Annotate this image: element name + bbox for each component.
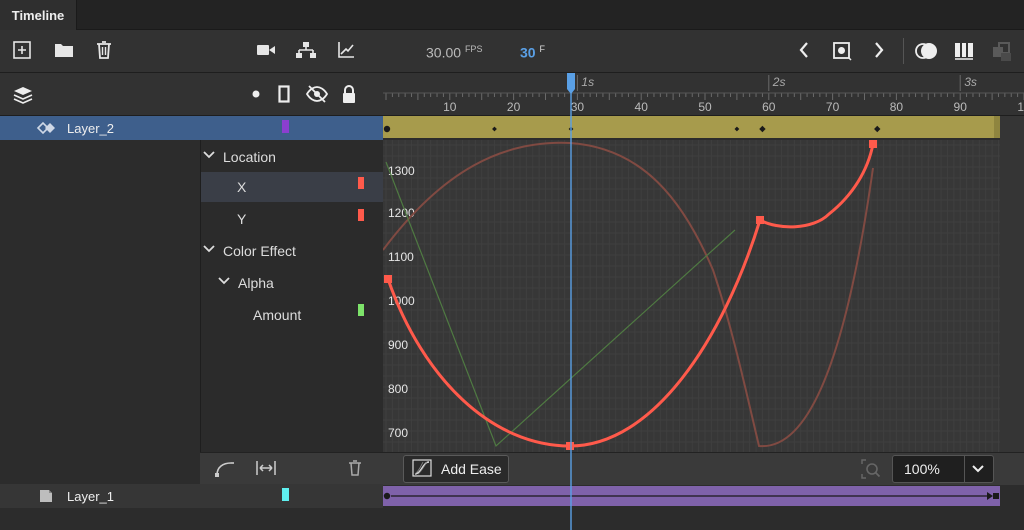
chevron-down-icon <box>203 151 215 159</box>
graph-y-tick-label: 1200 <box>388 206 415 220</box>
property-label: Location <box>223 149 276 165</box>
property-keyframe-marker <box>492 126 497 132</box>
fps-readout[interactable]: 30.00 FPS <box>426 44 482 61</box>
layer-list-background <box>0 140 200 484</box>
layers-icon[interactable] <box>12 84 34 106</box>
onion-skin-icon[interactable] <box>914 40 940 62</box>
tab-timeline[interactable]: Timeline <box>0 0 77 30</box>
ruler-frame-label: 50 <box>698 100 712 114</box>
frame-ruler[interactable]: 102030405060708090101s2s3s <box>383 73 1024 116</box>
ruler-frame-label: 10 <box>443 100 457 114</box>
ruler-frame-label: 90 <box>954 100 968 114</box>
curve-keyframe-point <box>384 275 392 283</box>
insert-keyframe-icon[interactable] <box>831 40 853 62</box>
next-keyframe-icon[interactable] <box>870 40 888 60</box>
graph-y-tick-label: 1100 <box>388 250 414 264</box>
property-label: Y <box>237 211 247 227</box>
chevron-down-icon[interactable] <box>972 465 984 473</box>
ruler-frame-label: 40 <box>635 100 649 114</box>
graph-y-tick-label: 1000 <box>388 294 415 308</box>
graph-y-tick-label: 1300 <box>388 164 415 178</box>
property-keyframe-marker <box>874 125 881 133</box>
toolbar-divider <box>903 38 904 64</box>
add-ease-label: Add Ease <box>441 461 502 477</box>
delete-icon[interactable] <box>95 40 113 60</box>
property-label: Alpha <box>238 275 274 291</box>
ruler-frame-label: 80 <box>890 100 904 114</box>
playhead[interactable] <box>561 73 581 530</box>
property-y[interactable]: Y <box>201 204 384 234</box>
property-panel: Location X Y Color Effect Alpha Amount <box>200 140 384 452</box>
layer-icon <box>38 488 54 504</box>
zoom-value: 100% <box>904 461 940 477</box>
ruler-second-label: 3s <box>964 75 977 89</box>
keyframe-start <box>383 125 391 133</box>
property-group-alpha[interactable]: Alpha <box>201 268 384 298</box>
chevron-down-icon <box>203 245 215 253</box>
ruler-second-label: 2s <box>772 75 786 89</box>
layer-color-swatch[interactable] <box>282 120 289 133</box>
chevron-down-icon <box>218 277 230 285</box>
fit-to-view-icon[interactable] <box>254 458 278 478</box>
graph-y-tick-label: 700 <box>388 426 408 440</box>
ruler-frame-label: 70 <box>826 100 840 114</box>
curve-keyframe-point <box>869 140 877 148</box>
new-layer-icon[interactable] <box>12 40 32 60</box>
previous-keyframe-icon[interactable] <box>795 40 813 60</box>
lock-icon[interactable] <box>340 83 358 105</box>
property-group-color-effect[interactable]: Color Effect <box>201 236 384 266</box>
graph-editor[interactable]: 1300 1200 1100 1000 900 800 700 <box>383 140 1000 452</box>
layer-row-layer-2[interactable] <box>0 116 383 140</box>
property-color-chip <box>358 304 364 316</box>
ruler-frame-label: 20 <box>507 100 521 114</box>
highlight-layer-dot-icon[interactable] <box>250 88 262 100</box>
tween-span-layer-2[interactable] <box>383 116 1000 138</box>
layer-depth-icon <box>990 40 1014 64</box>
new-folder-icon[interactable] <box>53 40 75 60</box>
property-label: Amount <box>253 307 302 323</box>
outline-icon[interactable] <box>276 84 292 104</box>
layer-row-layer-1[interactable] <box>0 484 383 508</box>
layer-parenting-icon[interactable] <box>296 40 316 60</box>
ease-curve-icon <box>412 459 432 477</box>
property-amount[interactable]: Amount <box>201 300 384 330</box>
anchor-point-icon[interactable] <box>214 458 236 478</box>
edit-multiple-frames-icon[interactable] <box>952 40 976 62</box>
curve-keyframe-point <box>756 216 764 224</box>
tween-end <box>994 116 1000 138</box>
graph-y-tick-label: 800 <box>388 382 408 396</box>
current-frame-readout[interactable]: 30 F <box>520 44 545 61</box>
layer-name-layer-2[interactable]: Layer_2 <box>67 121 114 136</box>
graph-margin <box>1000 116 1024 452</box>
property-color-chip <box>358 177 364 189</box>
property-x[interactable]: X <box>201 172 384 202</box>
ruler-frame-label: 10 <box>1017 100 1024 114</box>
layer-name-layer-1[interactable]: Layer_1 <box>67 489 114 504</box>
trash-icon[interactable] <box>346 458 364 478</box>
graph-y-tick-label: 900 <box>388 338 408 352</box>
property-color-chip <box>358 209 364 221</box>
playhead-handle <box>567 73 575 94</box>
graph-icon[interactable] <box>336 40 356 60</box>
property-label: Color Effect <box>223 243 296 259</box>
ruler-second-label: 1s <box>581 75 594 89</box>
property-keyframe-marker <box>759 125 766 133</box>
property-group-location[interactable]: Location <box>201 142 384 172</box>
layer-color-swatch[interactable] <box>282 488 289 501</box>
zoom-icon[interactable] <box>860 458 882 480</box>
camera-icon[interactable] <box>256 41 276 59</box>
property-keyframe-marker <box>734 126 740 132</box>
zoom-divider <box>964 456 965 482</box>
zoom-dropdown[interactable]: 100% <box>892 455 994 483</box>
tween-layer-icon <box>36 120 56 136</box>
timeline-footer <box>0 508 1024 530</box>
visibility-hidden-icon[interactable] <box>305 84 329 104</box>
panel-tab-bar <box>0 0 1024 30</box>
property-label: X <box>237 179 247 195</box>
add-ease-button[interactable]: Add Ease <box>403 455 509 483</box>
ruler-frame-label: 60 <box>762 100 776 114</box>
tween-span-layer-1[interactable] <box>383 486 1000 506</box>
